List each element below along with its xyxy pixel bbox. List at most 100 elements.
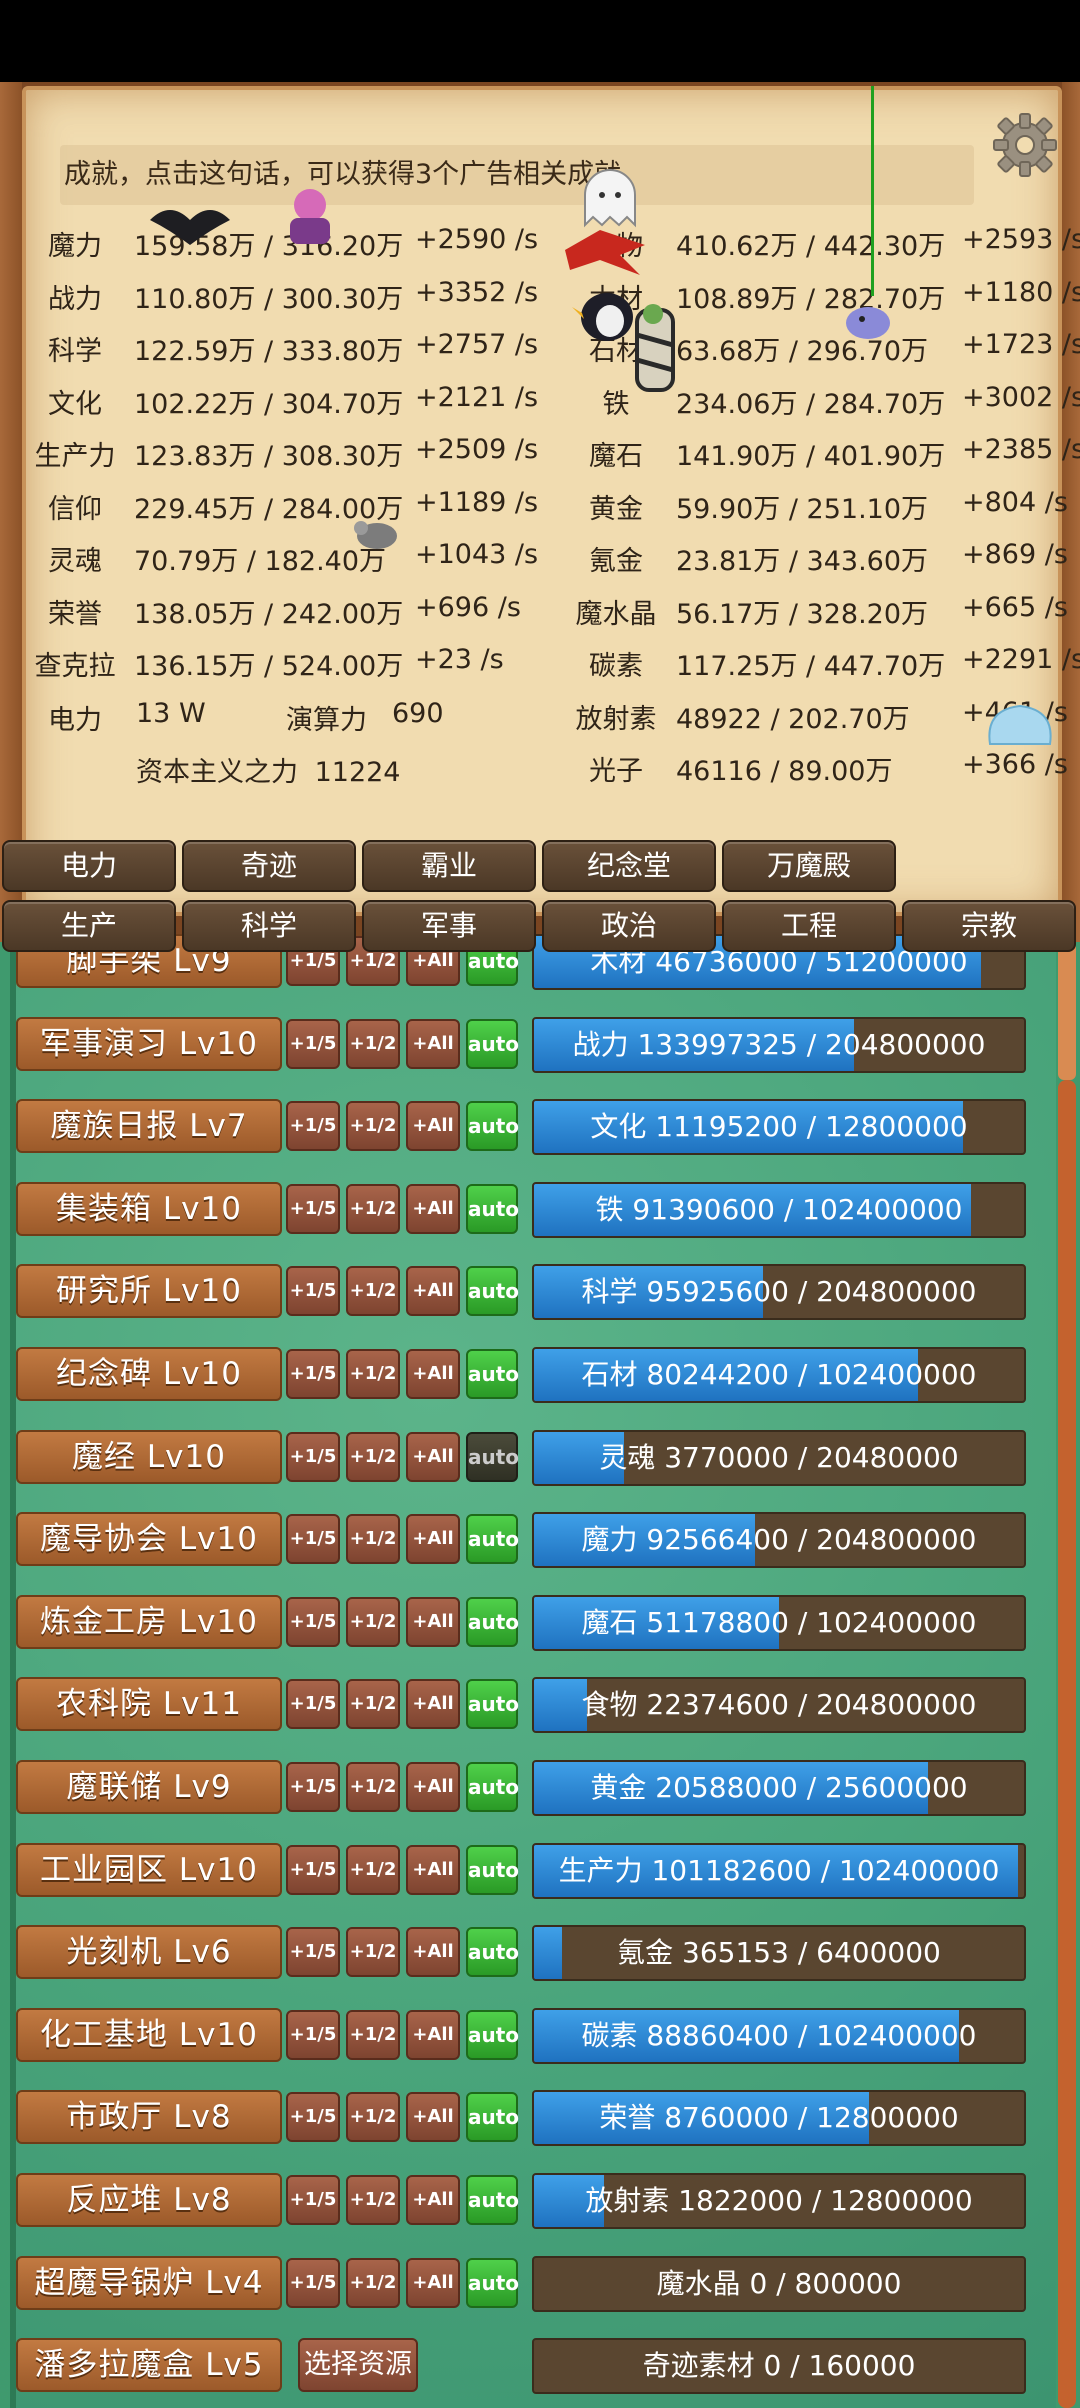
progress-label: 食物 22374600 / 204800000 (581, 1688, 977, 1722)
tab-2[interactable]: 霸业 (362, 840, 536, 892)
add-all-button[interactable]: +All (406, 1679, 460, 1730)
add-fifth-button[interactable]: +1/5 (286, 1762, 340, 1812)
tab-1[interactable]: 奇迹 (182, 840, 356, 892)
add-fifth-button[interactable]: +1/5 (286, 1844, 340, 1895)
auto-toggle[interactable]: auto (466, 1431, 519, 1482)
auto-toggle[interactable]: auto (466, 2092, 519, 2143)
building-name-button[interactable]: 工业园区 Lv10 (16, 1842, 282, 1897)
building-name-button[interactable]: 超魔导锅炉 Lv4 (16, 2255, 282, 2310)
add-fifth-button[interactable]: +1/5 (286, 1101, 340, 1152)
auto-toggle[interactable]: auto (466, 1018, 519, 1069)
add-all-button[interactable]: +All (406, 1514, 460, 1565)
add-half-button[interactable]: +1/2 (346, 2175, 400, 2225)
add-fifth-button[interactable]: +1/5 (286, 1266, 340, 1317)
progress-bar: 战力 133997325 / 204800000 (532, 1016, 1026, 1073)
add-half-button[interactable]: +1/2 (346, 1927, 400, 1978)
add-all-button[interactable]: +All (406, 1266, 460, 1317)
add-half-button[interactable]: +1/2 (346, 1679, 400, 1730)
add-fifth-button[interactable]: +1/5 (286, 1018, 340, 1069)
add-half-button[interactable]: +1/2 (346, 1349, 400, 1399)
auto-toggle[interactable]: auto (466, 1844, 519, 1895)
add-all-button[interactable]: +All (406, 2257, 460, 2308)
select-resource-button[interactable]: 选择资源 (298, 2338, 418, 2393)
auto-toggle[interactable]: auto (466, 1101, 519, 1152)
building-name-button[interactable]: 魔经 Lv10 (16, 1429, 282, 1484)
building-name-button[interactable]: 军事演习 Lv10 (16, 1016, 282, 1071)
add-fifth-button[interactable]: +1/5 (286, 1927, 340, 1978)
auto-toggle[interactable]: auto (466, 1266, 519, 1317)
add-half-button[interactable]: +1/2 (346, 1596, 400, 1647)
building-name-button[interactable]: 集装箱 Lv10 (16, 1181, 282, 1236)
building-name-button[interactable]: 化工基地 Lv10 (16, 2007, 282, 2062)
building-name-button[interactable]: 炼金工房 Lv10 (16, 1594, 282, 1649)
auto-toggle[interactable]: auto (466, 1927, 519, 1978)
building-name-button[interactable]: 研究所 Lv10 (16, 1264, 282, 1319)
add-all-button[interactable]: +All (406, 1183, 460, 1234)
auto-toggle[interactable]: auto (466, 1349, 519, 1399)
building-name-button[interactable]: 市政厅 Lv8 (16, 2090, 282, 2145)
auto-toggle[interactable]: auto (466, 1514, 519, 1565)
add-half-button[interactable]: +1/2 (346, 2009, 400, 2060)
add-all-button[interactable]: +All (406, 1431, 460, 1482)
tab-category-0[interactable]: 生产 (2, 900, 176, 952)
auto-toggle[interactable]: auto (466, 1183, 519, 1234)
add-fifth-button[interactable]: +1/5 (286, 2257, 340, 2308)
add-half-button[interactable]: +1/2 (346, 1762, 400, 1812)
auto-toggle[interactable]: auto (466, 1679, 519, 1730)
add-fifth-button[interactable]: +1/5 (286, 2009, 340, 2060)
tab-0[interactable]: 电力 (2, 840, 176, 892)
tab-4[interactable]: 万魔殿 (722, 840, 896, 892)
tab-category-1[interactable]: 科学 (182, 900, 356, 952)
resource-name: 信仰 (48, 493, 102, 525)
auto-toggle[interactable]: auto (466, 2009, 519, 2060)
tab-category-3[interactable]: 政治 (542, 900, 716, 952)
auto-toggle[interactable]: auto (466, 1596, 519, 1647)
add-all-button[interactable]: +All (406, 2175, 460, 2225)
tab-category-4[interactable]: 工程 (722, 900, 896, 952)
tab-3[interactable]: 纪念堂 (542, 840, 716, 892)
add-all-button[interactable]: +All (406, 1349, 460, 1399)
tab-category-2[interactable]: 军事 (362, 900, 536, 952)
add-fifth-button[interactable]: +1/5 (286, 1431, 340, 1482)
add-half-button[interactable]: +1/2 (346, 1183, 400, 1234)
add-all-button[interactable]: +All (406, 1927, 460, 1978)
add-half-button[interactable]: +1/2 (346, 2257, 400, 2308)
add-half-button[interactable]: +1/2 (346, 1101, 400, 1152)
add-half-button[interactable]: +1/2 (346, 1844, 400, 1895)
add-all-button[interactable]: +All (406, 1762, 460, 1812)
add-fifth-button[interactable]: +1/5 (286, 2175, 340, 2225)
auto-toggle[interactable]: auto (466, 2257, 519, 2308)
achievement-ad-banner[interactable]: 成就，点击这句话，可以获得3个广告相关成就 (60, 145, 974, 205)
add-all-button[interactable]: +All (406, 2009, 460, 2060)
auto-toggle[interactable]: auto (466, 2175, 519, 2225)
add-fifth-button[interactable]: +1/5 (286, 1596, 340, 1647)
add-fifth-button[interactable]: +1/5 (286, 1679, 340, 1730)
add-half-button[interactable]: +1/2 (346, 1514, 400, 1565)
scrollbar[interactable] (1058, 1080, 1076, 2408)
add-half-button[interactable]: +1/2 (346, 2092, 400, 2143)
add-all-button[interactable]: +All (406, 1018, 460, 1069)
building-name-button[interactable]: 魔族日报 Lv7 (16, 1099, 282, 1154)
settings-gear-icon[interactable] (990, 110, 1060, 180)
tab-category-5[interactable]: 宗教 (902, 900, 1076, 952)
add-fifth-button[interactable]: +1/5 (286, 2092, 340, 2143)
building-name-button[interactable]: 魔导协会 Lv10 (16, 1512, 282, 1567)
add-all-button[interactable]: +All (406, 1596, 460, 1647)
add-all-button[interactable]: +All (406, 1844, 460, 1895)
add-all-button[interactable]: +All (406, 2092, 460, 2143)
building-name-button[interactable]: 农科院 Lv11 (16, 1677, 282, 1732)
building-name-button[interactable]: 纪念碑 Lv10 (16, 1347, 282, 1401)
building-name-button[interactable]: 光刻机 Lv6 (16, 1925, 282, 1980)
add-fifth-button[interactable]: +1/5 (286, 1183, 340, 1234)
add-all-button[interactable]: +All (406, 1101, 460, 1152)
building-name-button[interactable]: 魔联储 Lv9 (16, 1760, 282, 1814)
add-fifth-button[interactable]: +1/5 (286, 1514, 340, 1565)
building-name-button[interactable]: 潘多拉魔盒 Lv5 (16, 2338, 282, 2393)
add-fifth-button[interactable]: +1/5 (286, 1349, 340, 1399)
building-name-button[interactable]: 反应堆 Lv8 (16, 2173, 282, 2227)
auto-toggle[interactable]: auto (466, 1762, 519, 1812)
add-half-button[interactable]: +1/2 (346, 1018, 400, 1069)
add-half-button[interactable]: +1/2 (346, 1431, 400, 1482)
progress-label: 文化 11195200 / 12800000 (590, 1110, 968, 1144)
add-half-button[interactable]: +1/2 (346, 1266, 400, 1317)
